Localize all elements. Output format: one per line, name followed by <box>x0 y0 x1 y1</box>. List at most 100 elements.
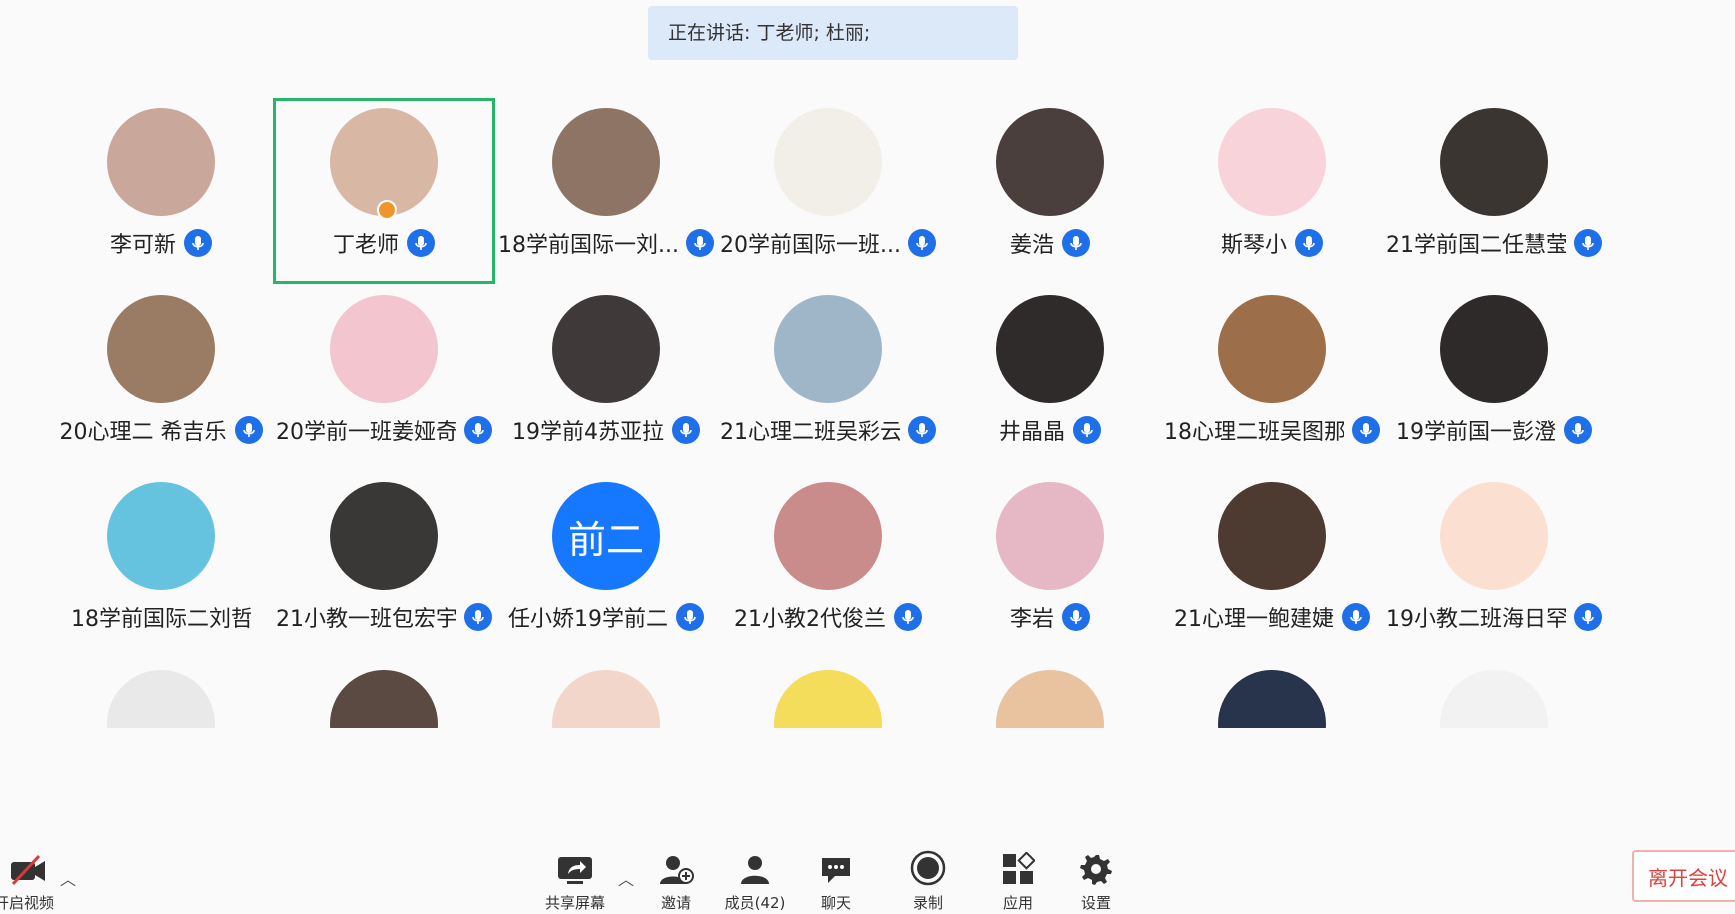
settings-button[interactable]: 设置 <box>1072 848 1120 913</box>
participant-tile[interactable]: 井晶晶 <box>939 285 1161 471</box>
apps-icon <box>994 848 1042 886</box>
participant-name: 18学前国际一刘... <box>498 233 678 258</box>
participant-tile[interactable] <box>1161 660 1383 728</box>
avatar <box>330 482 438 590</box>
microphone-icon <box>1574 603 1602 631</box>
participant-tile[interactable]: 20学前一班姜娅奇 <box>273 285 495 471</box>
avatar <box>1440 108 1548 216</box>
participant-name: 21心理二班吴彩云 <box>720 420 900 445</box>
participant-tile[interactable]: 19学前国一彭澄 <box>1383 285 1605 471</box>
participant-name-row: 19学前4苏亚拉 <box>495 413 717 447</box>
participant-tile[interactable]: 姜浩 <box>939 98 1161 284</box>
members-button[interactable]: 成员(42) <box>720 848 790 913</box>
participant-name: 19学前国一彭澄 <box>1396 420 1556 445</box>
participant-tile[interactable]: 20学前国际一班... <box>717 98 939 284</box>
participant-tile[interactable]: 18学前国际一刘... <box>495 98 717 284</box>
avatar <box>1440 482 1548 590</box>
participant-name-row: 21学前国二任慧莹 <box>1383 226 1605 260</box>
avatar <box>1440 295 1548 403</box>
participant-name-row: 20学前一班姜娅奇 <box>273 413 495 447</box>
participant-name: 姜浩 <box>1009 233 1054 258</box>
microphone-icon <box>1062 229 1090 257</box>
participant-tile[interactable]: 斯琴小 <box>1161 98 1383 284</box>
apps-button[interactable]: 应用 <box>994 848 1042 913</box>
avatar <box>996 108 1104 216</box>
participant-name-row: 19小教二班海日罕 <box>1383 600 1605 634</box>
participant-name: 斯琴小 <box>1220 233 1287 258</box>
participant-tile[interactable] <box>495 660 717 728</box>
avatar <box>107 482 215 590</box>
avatar <box>1440 670 1548 728</box>
participant-tile[interactable]: 20心理二 希吉乐 <box>50 285 272 471</box>
avatar <box>1218 108 1326 216</box>
participant-name-row: 18学前国际二刘哲远 <box>50 600 272 634</box>
leave-meeting-button[interactable]: 离开会议 <box>1632 850 1735 902</box>
participant-tile[interactable]: 21小教2代俊兰 <box>717 472 939 658</box>
participant-name-row: 21心理二班吴彩云 <box>717 413 939 447</box>
members-icon <box>720 848 790 886</box>
avatar: 前二 <box>552 482 660 590</box>
participant-name: 20学前一班姜娅奇 <box>276 420 456 445</box>
avatar <box>996 482 1104 590</box>
participant-name: 李可新 <box>109 233 176 258</box>
participant-tile[interactable]: 19小教二班海日罕 <box>1383 472 1605 658</box>
participant-tile[interactable] <box>717 660 939 728</box>
participant-tile[interactable] <box>273 660 495 728</box>
participant-tile[interactable]: 丁老师 <box>273 98 495 284</box>
participant-tile[interactable]: 19学前4苏亚拉 <box>495 285 717 471</box>
share-options-chevron-icon[interactable]: ︿ <box>618 866 634 890</box>
participant-tile[interactable]: 21学前国二任慧莹 <box>1383 98 1605 284</box>
participant-tile[interactable]: 18心理二班吴图那... <box>1161 285 1383 471</box>
participant-name: 18学前国际二刘哲远 <box>71 607 251 632</box>
participant-tile[interactable] <box>50 660 272 728</box>
avatar <box>774 482 882 590</box>
camera-off-icon <box>0 848 58 886</box>
avatar <box>1218 295 1326 403</box>
avatar <box>774 295 882 403</box>
participant-name: 18心理二班吴图那... <box>1164 420 1344 445</box>
avatar <box>774 108 882 216</box>
participant-tile[interactable] <box>1383 660 1605 728</box>
participant-tile[interactable] <box>939 660 1161 728</box>
participant-tile[interactable]: 21心理一鲍建婕 <box>1161 472 1383 658</box>
avatar <box>552 295 660 403</box>
participant-tile[interactable]: 李可新 <box>50 98 272 284</box>
avatar <box>330 295 438 403</box>
participant-name: 井晶晶 <box>998 420 1065 445</box>
participant-name-row: 姜浩 <box>939 226 1161 260</box>
record-icon <box>904 848 952 886</box>
participant-name-row: 丁老师 <box>276 226 492 260</box>
participant-name: 丁老师 <box>332 233 399 258</box>
participant-name-row: 18学前国际一刘... <box>495 226 717 260</box>
microphone-icon <box>464 603 492 631</box>
participant-name: 任小娇19学前二 <box>508 607 668 632</box>
invite-button[interactable]: 邀请 <box>652 848 700 913</box>
participant-tile[interactable]: 李岩 <box>939 472 1161 658</box>
share-screen-button[interactable]: 共享屏幕 <box>540 848 610 913</box>
microphone-icon <box>1062 603 1090 631</box>
microphone-icon <box>672 416 700 444</box>
avatar <box>107 108 215 216</box>
share-screen-icon <box>540 848 610 886</box>
avatar <box>996 670 1104 728</box>
avatar <box>552 108 660 216</box>
record-button[interactable]: 录制 <box>904 848 952 913</box>
chat-button[interactable]: 聊天 <box>812 848 860 913</box>
video-options-chevron-icon[interactable]: ︿ <box>60 866 76 890</box>
avatar <box>107 295 215 403</box>
chat-icon <box>812 848 860 886</box>
microphone-icon <box>184 229 212 257</box>
host-badge-icon <box>377 200 397 220</box>
microphone-icon <box>894 603 922 631</box>
participant-name: 20学前国际一班... <box>720 233 900 258</box>
participant-tile[interactable]: 前二任小娇19学前二 <box>495 472 717 658</box>
participant-name: 李岩 <box>1009 607 1054 632</box>
microphone-icon <box>234 416 263 444</box>
participant-name-row: 井晶晶 <box>939 413 1161 447</box>
participant-tile[interactable]: 21心理二班吴彩云 <box>717 285 939 471</box>
video-toggle-button[interactable]: 开启视频 <box>0 848 58 913</box>
participant-name-row: 20心理二 希吉乐 <box>50 413 272 447</box>
participant-tile[interactable]: 21小教一班包宏宇 <box>273 472 495 658</box>
participant-name-row: 21心理一鲍建婕 <box>1161 600 1383 634</box>
participant-tile[interactable]: 18学前国际二刘哲远 <box>50 472 272 658</box>
